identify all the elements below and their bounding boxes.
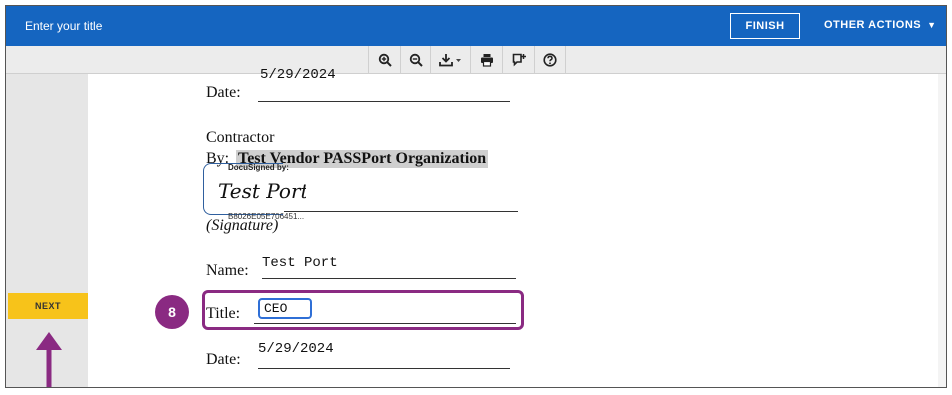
zoom-in-icon	[378, 53, 392, 67]
download-icon	[438, 54, 461, 67]
date-value-top: 5/29/2024	[260, 67, 336, 83]
docusigned-by-label: DocuSigned by:	[228, 163, 289, 172]
signature-image: Test Port	[218, 179, 306, 203]
arrow-up-icon	[36, 332, 62, 387]
date-label-top: Date:	[206, 84, 241, 101]
caret-down-icon: ▼	[927, 20, 937, 30]
document-page: Date: 5/29/2024 Contractor By: Test Vend…	[88, 67, 938, 387]
vertical-scrollbar[interactable]	[938, 74, 946, 387]
finish-button[interactable]: FINISH	[730, 13, 800, 39]
date-label-bottom: Date:	[206, 351, 241, 368]
zoom-in-button[interactable]	[368, 46, 400, 74]
download-button[interactable]	[430, 46, 470, 74]
date-line-top	[258, 101, 510, 102]
step-highlight-frame	[202, 290, 524, 330]
print-button[interactable]	[470, 46, 502, 74]
document-title-field[interactable]: Enter your title	[25, 19, 102, 33]
zoom-out-button[interactable]	[400, 46, 430, 74]
other-actions-label: OTHER ACTIONS	[824, 19, 922, 31]
next-button[interactable]: NEXT	[8, 293, 88, 319]
comment-button[interactable]	[502, 46, 534, 74]
date-value-bottom: 5/29/2024	[258, 341, 334, 357]
signature-line	[284, 211, 518, 212]
zoom-out-icon	[409, 53, 423, 67]
print-icon	[480, 54, 493, 67]
step-number-badge: 8	[155, 295, 189, 329]
name-line	[262, 278, 516, 279]
help-icon	[543, 53, 557, 67]
svg-text:Test Port: Test Port	[218, 179, 306, 203]
date-line-bottom	[258, 368, 510, 369]
name-value: Test Port	[262, 255, 338, 271]
comment-icon	[512, 53, 526, 67]
header-bar: Enter your title FINISH OTHER ACTIONS ▼	[6, 6, 946, 46]
help-button[interactable]	[534, 46, 566, 74]
signature-caption: (Signature)	[206, 217, 279, 234]
left-navigation-rail: NEXT	[6, 74, 88, 387]
document-toolbar	[6, 46, 946, 74]
docusign-window: Enter your title FINISH OTHER ACTIONS ▼	[5, 5, 947, 388]
contractor-label: Contractor	[206, 129, 275, 146]
other-actions-menu[interactable]: OTHER ACTIONS ▼	[824, 19, 937, 31]
name-label: Name:	[206, 262, 249, 279]
